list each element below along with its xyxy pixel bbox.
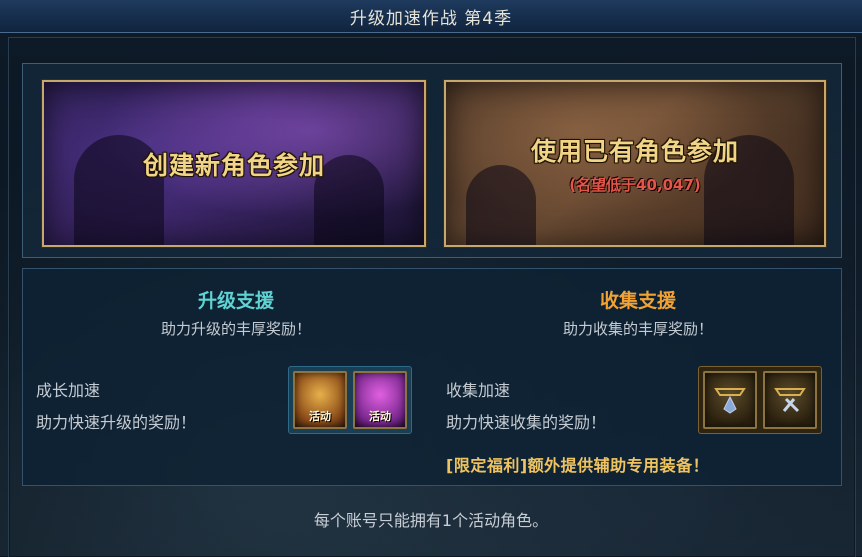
- window-title-bar: 升级加速作战 第4季: [0, 0, 862, 33]
- event-tag: 活动: [309, 410, 331, 423]
- accessory-icon: [714, 388, 746, 414]
- reward-item-slot[interactable]: 活动: [353, 371, 407, 429]
- character-silhouette-icon: [466, 165, 536, 245]
- accessory-item-slot[interactable]: [703, 371, 757, 429]
- account-limit-note: 每个账号只能拥有1个活动角色。: [313, 511, 549, 530]
- reward-item-slot[interactable]: 活动: [293, 371, 347, 429]
- levelup-reward-slots: 活动 活动: [288, 366, 412, 434]
- accessory-icon: [774, 388, 806, 413]
- levelup-support-title: 升级支援: [197, 290, 274, 312]
- create-new-character-label: 创建新角色参加: [142, 150, 325, 180]
- limited-bonus-text: [限定福利]额外提供辅助专用装备！: [446, 456, 710, 475]
- create-new-character-button[interactable]: 创建新角色参加: [42, 80, 426, 247]
- growth-boost-desc: 助力快速升级的奖励！: [36, 413, 197, 432]
- collect-support-title: 收集支援: [599, 290, 676, 312]
- event-tag: 活动: [369, 410, 391, 423]
- collect-reward-slots: [698, 366, 822, 434]
- levelup-support-desc: 助力升级的丰厚奖励！: [160, 320, 311, 338]
- collect-support-desc: 助力收集的丰厚奖励！: [562, 320, 713, 338]
- collect-boost-label: 收集加速: [446, 381, 511, 400]
- use-existing-character-button[interactable]: 使用已有角色参加 (名望低于40,047): [444, 80, 826, 247]
- accessory-item-slot[interactable]: [763, 371, 817, 429]
- renown-limit-text: (名望低于40,047): [569, 176, 701, 194]
- growth-boost-label: 成长加速: [36, 381, 101, 400]
- collect-boost-desc: 助力快速收集的奖励！: [446, 413, 607, 432]
- use-existing-character-label: 使用已有角色参加: [530, 137, 739, 166]
- window-title: 升级加速作战 第4季: [349, 8, 513, 29]
